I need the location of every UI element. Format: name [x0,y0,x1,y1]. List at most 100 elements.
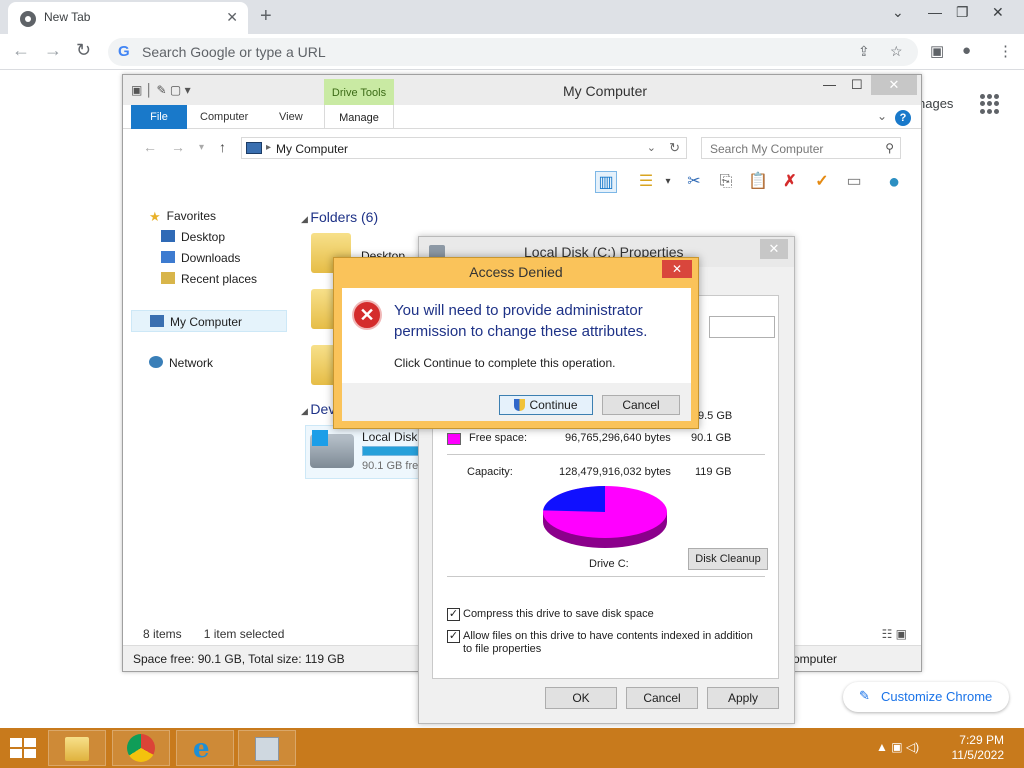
clock-date: 11/5/2022 [951,748,1005,762]
help-icon[interactable]: ? [895,110,911,126]
tab-new-tab[interactable]: New Tab ✕ [8,2,248,34]
capacity-bytes: 128,479,916,032 bytes [559,466,671,478]
ntp-images-link[interactable]: nages [918,96,953,111]
properties-close-button[interactable]: ✕ [760,239,788,259]
star-icon: ★ [149,209,161,224]
address-bar[interactable]: ▸ My Computer ⌄ ↻ [241,137,687,159]
taskbar-chrome[interactable] [112,730,170,766]
close-window-button[interactable]: ✕ [992,4,1004,21]
explorer-forward-button[interactable]: → [171,139,185,155]
nav-favorites[interactable]: ★ Favorites [149,209,217,224]
nav-my-computer[interactable]: My Computer [131,310,287,332]
index-checkbox[interactable]: ✓ [447,630,460,643]
compress-checkbox[interactable]: ✓ [447,608,460,621]
profile-avatar[interactable]: ● [962,42,971,59]
tab-file[interactable]: File [131,105,187,129]
pencil-icon: ✎ [859,688,870,703]
folders-group-header[interactable]: ◢ Folders (6) [301,209,378,225]
chrome-menu-icon[interactable]: ⋮ [998,42,1013,60]
nav-desktop[interactable]: Desktop [161,230,225,244]
monitor-icon [255,737,279,761]
nav-recent-places[interactable]: Recent places [161,272,257,286]
omnibox-placeholder[interactable]: Search Google or type a URL [142,44,326,60]
access-denied-footer: Continue Cancel [342,383,691,421]
rename-icon[interactable]: ▭ [843,171,865,193]
access-denied-cancel-button[interactable]: Cancel [602,395,680,415]
new-tab-button[interactable]: + [260,5,272,28]
up-button[interactable]: ↑ [219,139,226,155]
share-icon[interactable]: ⇪ [858,43,870,60]
items-count: 8 items [143,627,182,641]
volume-label-input[interactable] [709,316,775,338]
restore-button[interactable]: ❐ [956,4,969,21]
breadcrumb-separator-icon[interactable]: ▸ [266,142,271,153]
tab-search-icon[interactable]: ⌄ [892,4,904,21]
expand-ribbon-icon[interactable]: ⌄ [877,109,887,123]
nav-favorites-label: Favorites [166,209,217,223]
tab-view[interactable]: View [279,111,303,123]
cancel-button[interactable]: Cancel [626,687,698,709]
explorer-back-button[interactable]: ← [143,139,157,155]
used-space-gb: 9.5 GB [698,410,733,422]
quick-access-toolbar[interactable]: ▣ │ ✎ ▢ ▾ [131,83,191,97]
tab-close-icon[interactable]: ✕ [226,9,238,26]
nav-downloads-label: Downloads [181,251,241,265]
side-panel-icon[interactable]: ▣ [930,42,944,60]
breadcrumb-my-computer[interactable]: My Computer [276,142,348,156]
ok-button[interactable]: OK [545,687,617,709]
explorer-minimize-button[interactable]: — [823,77,836,92]
explorer-close-button[interactable]: ✕ [871,75,917,95]
globe-icon[interactable]: ● [883,171,905,193]
view-toggle-icons[interactable]: ☷ ▣ [882,627,907,641]
navigation-pane: ★ Favorites Desktop Downloads Recent plac… [131,205,289,625]
folder-icon [65,737,89,761]
google-apps-icon[interactable] [980,94,1000,114]
tab-manage[interactable]: Manage [324,105,394,129]
nav-network[interactable]: Network [149,356,213,370]
continue-button[interactable]: Continue [499,395,593,415]
system-tray-icons[interactable]: ▲ ▣ ◁) [876,740,919,754]
taskbar-file-explorer[interactable] [48,730,106,766]
disk-cleanup-button[interactable]: Disk Cleanup [688,548,768,570]
disk-usage-pie [543,486,667,548]
address-dropdown-icon[interactable]: ⌄ [647,141,656,154]
refresh-icon[interactable]: ↻ [669,140,680,156]
separator [447,576,765,577]
paste-icon[interactable]: 📋 [747,171,769,193]
start-button[interactable] [10,738,38,760]
explorer-maximize-button[interactable]: ☐ [851,77,863,93]
downloads-icon [161,251,175,263]
back-button[interactable]: ← [12,40,30,61]
chrome-icon [127,734,155,762]
reload-button[interactable]: ↻ [76,40,91,61]
omnibox[interactable]: G Search Google or type a URL ⇪ ☆ [108,38,918,66]
taskbar-internet-explorer[interactable]: e [176,730,234,766]
access-denied-body: ✕ You will need to provide administrator… [342,288,691,383]
explorer-search-input[interactable]: Search My Computer ⚲ [701,137,901,159]
clock[interactable]: 7:29 PM 11/5/2022 [950,733,1005,763]
free-space-gb: 90.1 GB [691,432,732,444]
minimize-button[interactable]: — [928,4,942,20]
recent-locations-icon[interactable]: ▾ [199,142,204,153]
check-icon[interactable]: ✓ [811,171,833,193]
apply-button[interactable]: Apply [707,687,779,709]
space-info: Space free: 90.1 GB, Total size: 119 GB [133,652,345,666]
forward-button[interactable]: → [44,40,62,61]
local-disk-c-tile[interactable]: Local Disk 90.1 GB fre [305,425,425,479]
properties-icon[interactable]: ☰ [635,171,657,193]
taskbar-resource-monitor[interactable] [238,730,296,766]
copy-icon[interactable]: ⎘ [715,171,737,193]
cut-icon[interactable]: ✂ [683,171,705,193]
search-icon[interactable]: ⚲ [885,141,894,155]
preview-pane-icon[interactable]: ▥ [595,171,617,193]
nav-downloads[interactable]: Downloads [161,251,240,265]
properties-dropdown-icon[interactable]: ▾ [657,171,679,193]
nav-my-computer-label: My Computer [170,315,243,329]
access-denied-close-button[interactable]: ✕ [662,260,692,278]
tab-computer[interactable]: Computer [200,111,248,123]
details-computer-text: omputer [793,652,838,666]
delete-icon[interactable]: ✗ [779,171,801,193]
customize-chrome-button[interactable]: ✎ Customize Chrome [843,682,1009,712]
devices-group-header[interactable]: ◢ Dev [301,401,335,417]
bookmark-star-icon[interactable]: ☆ [890,43,903,60]
